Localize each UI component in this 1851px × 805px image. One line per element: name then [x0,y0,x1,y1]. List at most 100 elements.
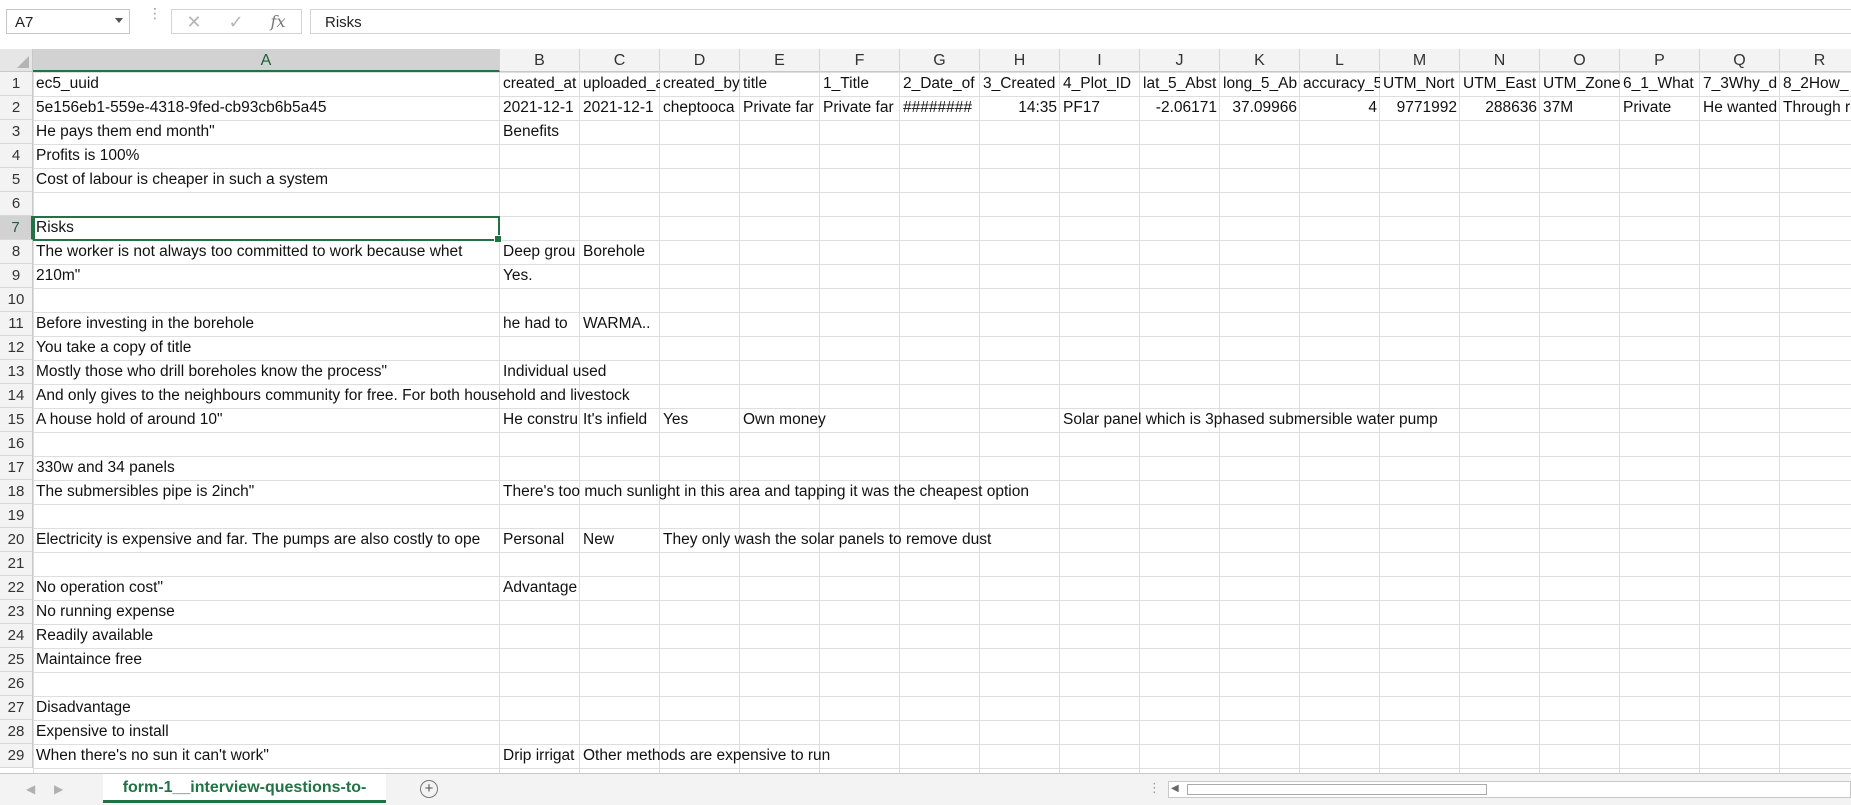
column-header-o[interactable]: O [1540,49,1620,72]
row-header-5[interactable]: 5 [0,168,33,192]
row-header-18[interactable]: 18 [0,480,33,504]
row-header-19[interactable]: 19 [0,504,33,528]
row-header-17[interactable]: 17 [0,456,33,480]
column-header-m[interactable]: M [1380,49,1460,72]
cell-f2[interactable]: Private far [820,96,900,119]
cell-e1[interactable]: title [740,72,820,95]
cell-a13[interactable]: Mostly those who drill boreholes know th… [33,360,500,383]
column-header-a[interactable]: A [33,49,500,72]
row-header-9[interactable]: 9 [0,264,33,288]
cell-a5[interactable]: Cost of labour is cheaper in such a syst… [33,168,500,191]
cell-b2[interactable]: 2021-12-1 [500,96,580,119]
cell-r1[interactable]: 8_2How_ [1780,72,1851,95]
column-header-b[interactable]: B [500,49,580,72]
add-sheet-icon[interactable]: + [420,780,438,798]
cell-a14[interactable]: And only gives to the neighbours communi… [33,384,630,407]
cell-b29[interactable]: Drip irrigat [500,744,580,767]
name-box[interactable]: A7 [6,9,130,34]
cell-a29[interactable]: When there's no sun it can't work" [33,744,500,767]
row-header-3[interactable]: 3 [0,120,33,144]
cell-c8[interactable]: Borehole [580,240,660,263]
row-header-15[interactable]: 15 [0,408,33,432]
cell-b18[interactable]: There's too much sunlight in this area a… [500,480,1029,503]
column-header-c[interactable]: C [580,49,660,72]
cell-g1[interactable]: 2_Date_of [900,72,980,95]
row-header-28[interactable]: 28 [0,720,33,744]
cell-a2[interactable]: 5e156eb1-559e-4318-9fed-cb93cb6b5a45 [33,96,500,119]
cell-b11[interactable]: he had to [500,312,580,335]
formula-input[interactable]: Risks [310,9,1851,34]
column-header-n[interactable]: N [1460,49,1540,72]
row-header-25[interactable]: 25 [0,648,33,672]
cell-a24[interactable]: Readily available [33,624,500,647]
cell-a15[interactable]: A house hold of around 10" [33,408,500,431]
column-header-f[interactable]: F [820,49,900,72]
row-header-12[interactable]: 12 [0,336,33,360]
row-header-7[interactable]: 7 [0,216,33,240]
row-header-2[interactable]: 2 [0,96,33,120]
cell-a11[interactable]: Before investing in the borehole [33,312,500,335]
column-header-h[interactable]: H [980,49,1060,72]
cell-c2[interactable]: 2021-12-1 [580,96,660,119]
sheet-prev-icon[interactable]: ◀ [26,782,35,796]
cell-a20[interactable]: Electricity is expensive and far. The pu… [33,528,500,551]
cell-h1[interactable]: 3_Created [980,72,1060,95]
row-header-6[interactable]: 6 [0,192,33,216]
cell-m2[interactable]: 9771992 [1380,96,1460,119]
cell-a7[interactable]: Risks [33,216,500,239]
row-header-10[interactable]: 10 [0,288,33,312]
sheet-tab[interactable]: form-1__interview-questions-to- [103,774,386,803]
cell-o2[interactable]: 37M [1540,96,1620,119]
cell-a25[interactable]: Maintaince free [33,648,500,671]
row-header-29[interactable]: 29 [0,744,33,768]
row-header-20[interactable]: 20 [0,528,33,552]
cell-i1[interactable]: 4_Plot_ID [1060,72,1140,95]
cell-p2[interactable]: Private [1620,96,1700,119]
column-header-d[interactable]: D [660,49,740,72]
cell-q2[interactable]: He wanted [1700,96,1780,119]
cell-a27[interactable]: Disadvantage [33,696,500,719]
column-header-l[interactable]: L [1300,49,1380,72]
cell-a28[interactable]: Expensive to install [33,720,500,743]
row-header-14[interactable]: 14 [0,384,33,408]
cell-c1[interactable]: uploaded_at [580,72,660,95]
row-header-22[interactable]: 22 [0,576,33,600]
row-header-23[interactable]: 23 [0,600,33,624]
cell-a4[interactable]: Profits is 100% [33,144,500,167]
cell-e2[interactable]: Private far [740,96,820,119]
function-icon[interactable]: fx [258,11,298,33]
cell-b13[interactable]: Individual used [500,360,606,383]
row-header-27[interactable]: 27 [0,696,33,720]
cell-i2[interactable]: PF17 [1060,96,1140,119]
cell-o1[interactable]: UTM_Zone [1540,72,1620,95]
cell-k1[interactable]: long_5_Ab [1220,72,1300,95]
cell-a17[interactable]: 330w and 34 panels [33,456,500,479]
cell-i15[interactable]: Solar panel which is 3phased submersible… [1060,408,1438,431]
tab-splitter-icon[interactable]: ⋮ [1148,780,1161,796]
cell-c15[interactable]: It's infield [580,408,660,431]
row-header-26[interactable]: 26 [0,672,33,696]
cell-c11[interactable]: WARMA.. [580,312,660,335]
cell-a8[interactable]: The worker is not always too committed t… [33,240,500,263]
cell-e15[interactable]: Own money [740,408,826,431]
row-header-16[interactable]: 16 [0,432,33,456]
cell-n1[interactable]: UTM_East [1460,72,1540,95]
column-header-r[interactable]: R [1780,49,1851,72]
cell-l1[interactable]: accuracy_5 [1300,72,1380,95]
select-all-button[interactable] [0,49,33,72]
cell-a18[interactable]: The submersibles pipe is 2inch" [33,480,500,503]
cell-c29[interactable]: Other methods are expensive to run [580,744,830,767]
cell-b22[interactable]: Advantage [500,576,580,599]
cell-d20[interactable]: They only wash the solar panels to remov… [660,528,991,551]
cell-j2[interactable]: -2.06171 [1140,96,1220,119]
cell-b3[interactable]: Benefits [500,120,580,143]
cell-a1[interactable]: ec5_uuid [33,72,500,95]
horizontal-scrollbar[interactable]: ◀ [1168,781,1851,798]
row-header-8[interactable]: 8 [0,240,33,264]
cell-b1[interactable]: created_at [500,72,580,95]
sheet-next-icon[interactable]: ▶ [54,782,63,796]
cell-b15[interactable]: He constru [500,408,580,431]
cell-m1[interactable]: UTM_Nort [1380,72,1460,95]
cell-r2[interactable]: Through r [1780,96,1851,119]
row-header-21[interactable]: 21 [0,552,33,576]
